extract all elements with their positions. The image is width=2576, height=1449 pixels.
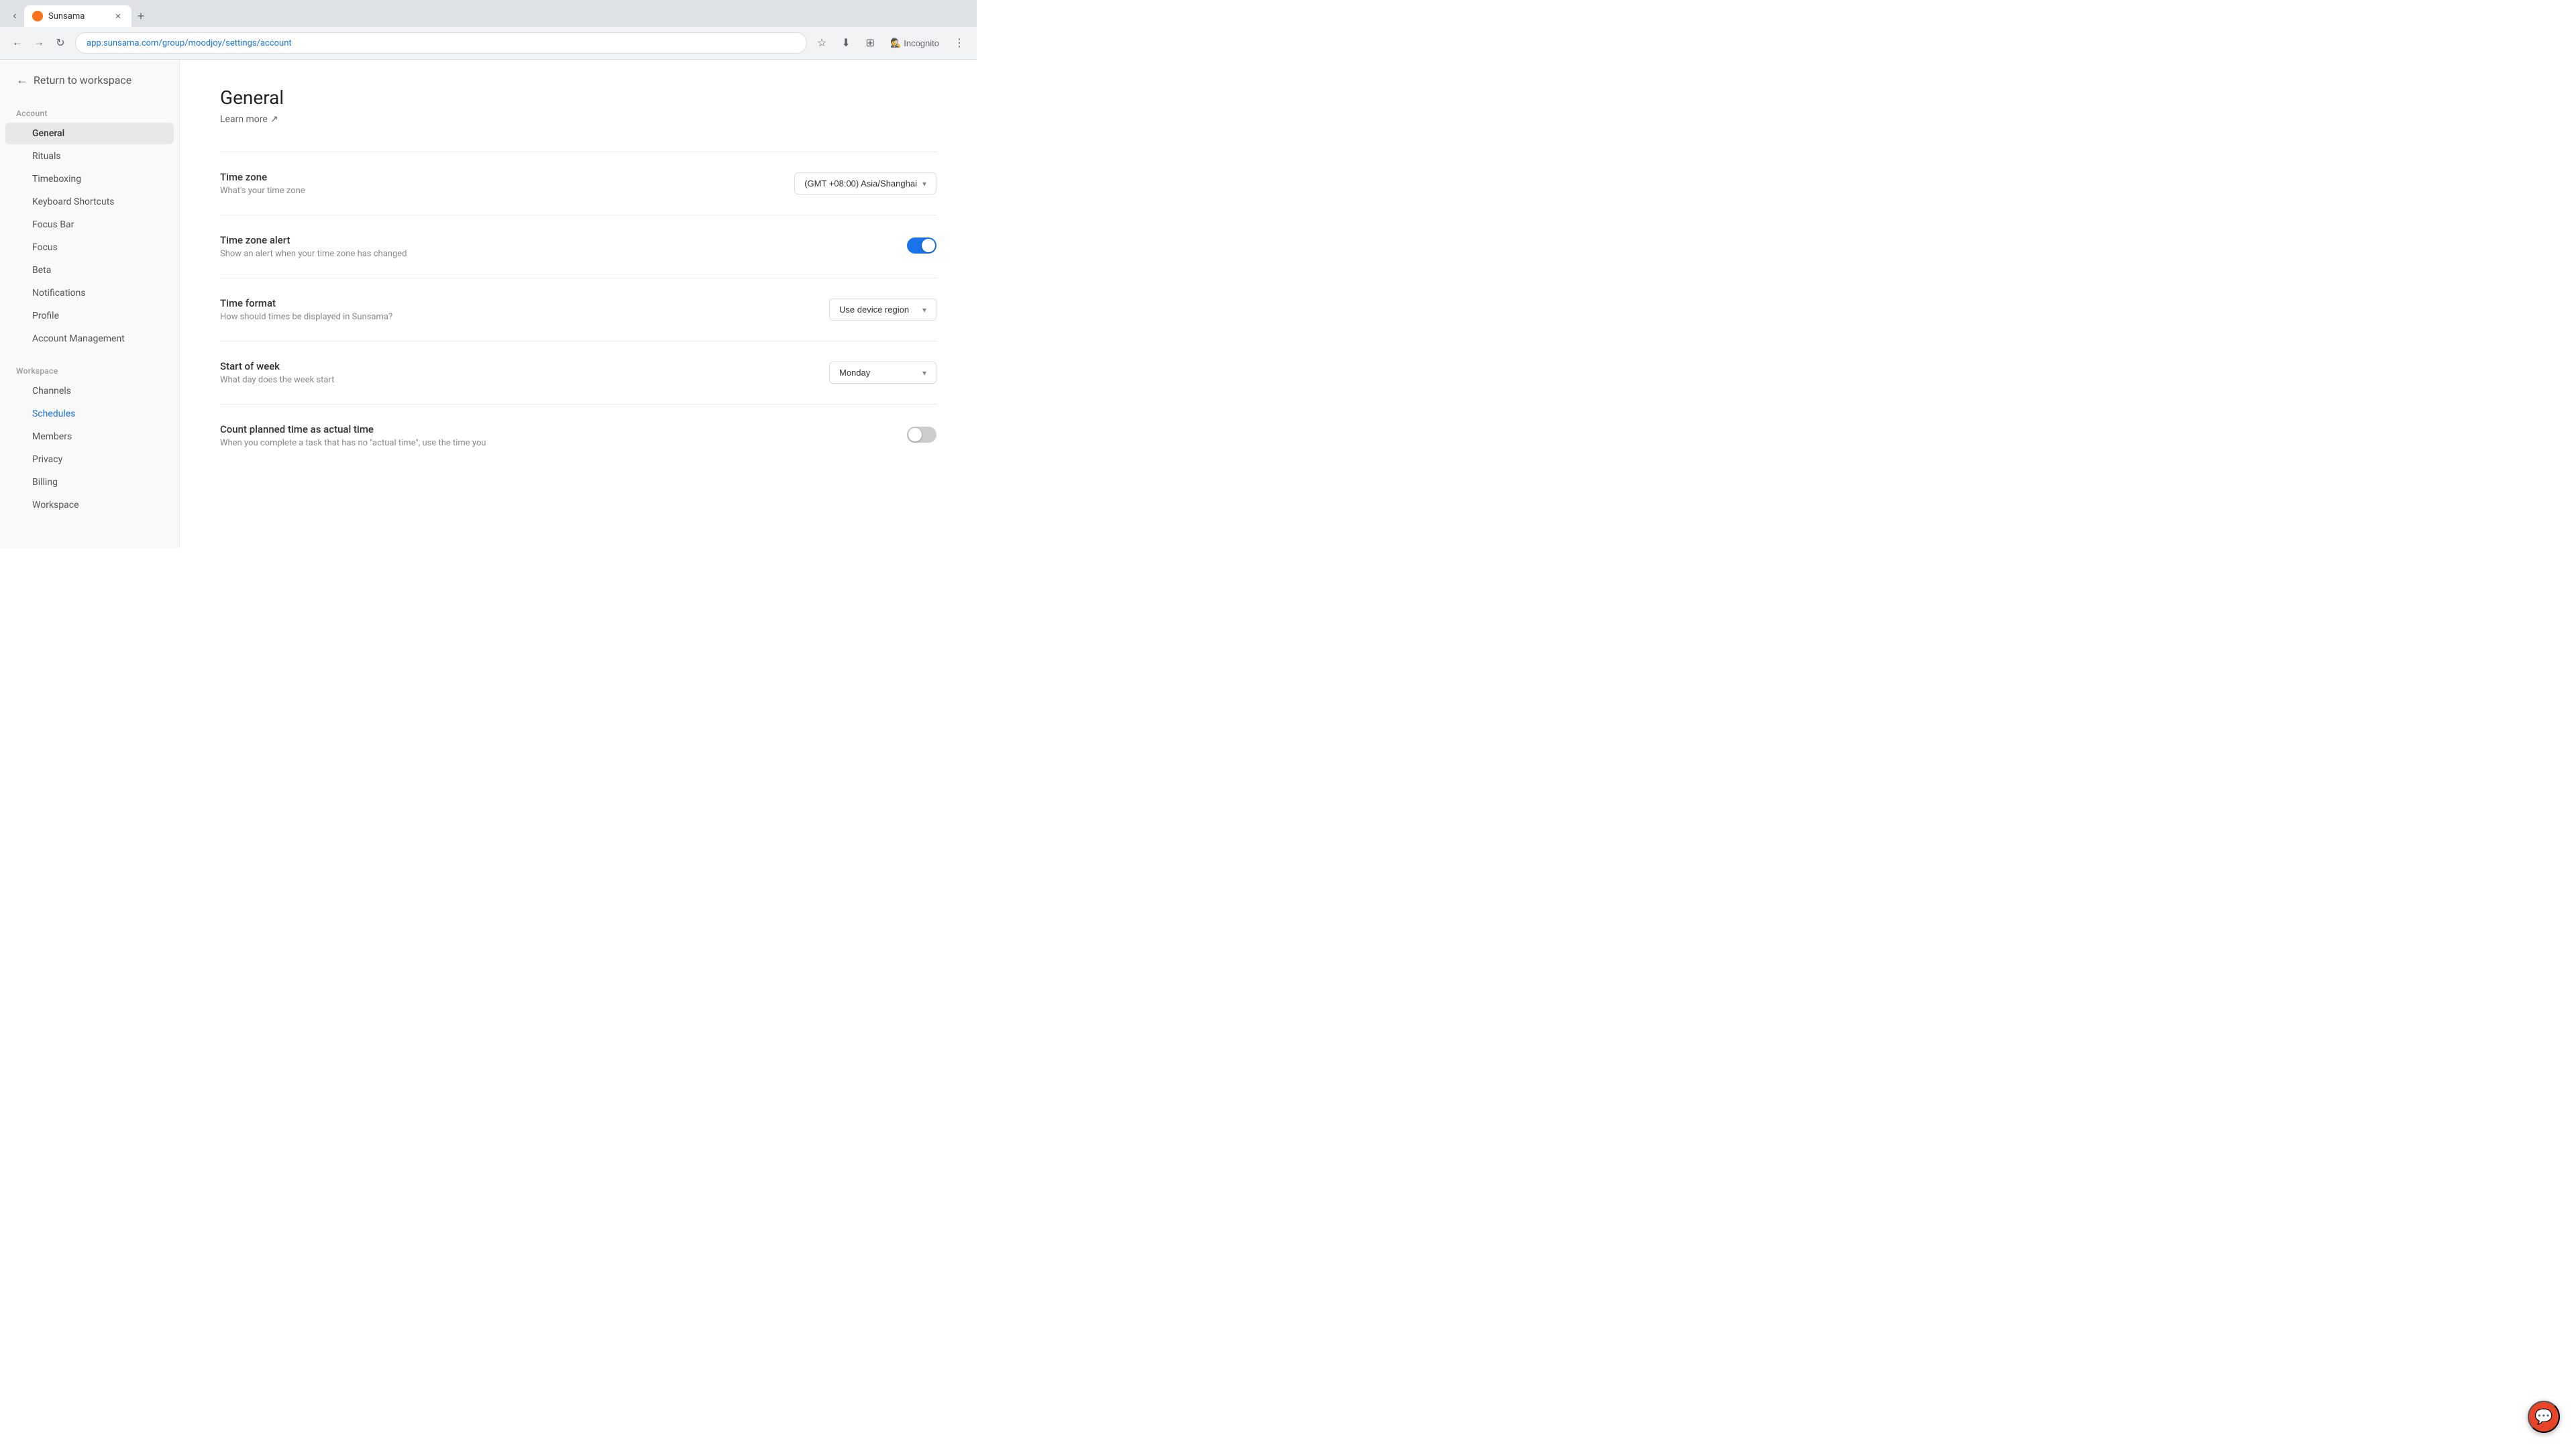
time-format-label: Time format	[220, 297, 802, 309]
count-planned-time-desc: When you complete a task that has no "ac…	[220, 438, 880, 448]
sidebar-item-privacy[interactable]: Privacy	[5, 449, 174, 470]
account-section-label: Account	[0, 103, 179, 122]
timezone-alert-label: Time zone alert	[220, 234, 880, 246]
timezone-dropdown-arrow: ▾	[922, 179, 926, 189]
tab-title-label: Sunsama	[48, 11, 107, 21]
timezone-label: Time zone	[220, 171, 767, 183]
sidebar-item-account-management[interactable]: Account Management	[5, 328, 174, 350]
external-link-icon: ↗	[270, 114, 278, 125]
time-format-control: Use device region ▾	[829, 299, 936, 321]
sidebar-item-focus[interactable]: Focus	[5, 237, 174, 258]
chat-support-button[interactable]: 💬	[2528, 1401, 2560, 1433]
browser-tab-active[interactable]: Sunsama ✕	[24, 5, 131, 27]
time-format-value: Use device region	[839, 305, 909, 315]
sidebar: ← Return to workspace Account General Ri…	[0, 60, 180, 548]
timezone-alert-desc: Show an alert when your time zone has ch…	[220, 249, 880, 259]
sidebar-item-rituals[interactable]: Rituals	[5, 146, 174, 167]
time-format-desc: How should times be displayed in Sunsama…	[220, 312, 802, 322]
timezone-alert-control	[907, 237, 936, 256]
count-planned-time-toggle[interactable]	[907, 427, 936, 443]
timezone-info: Time zone What's your time zone	[220, 171, 767, 196]
sidebar-item-keyboard-shortcuts[interactable]: Keyboard Shortcuts	[5, 191, 174, 213]
extensions-button[interactable]: ⊞	[861, 34, 879, 52]
timezone-control: (GMT +08:00) Asia/Shanghai ▾	[794, 172, 936, 195]
settings-row-count-planned-time: Count planned time as actual time When y…	[220, 405, 936, 467]
time-format-info: Time format How should times be displaye…	[220, 297, 802, 322]
timezone-alert-toggle-knob	[922, 239, 935, 252]
start-of-week-control: Monday ▾	[829, 362, 936, 384]
url-bar[interactable]: app.sunsama.com/group/moodjoy/settings/a…	[75, 32, 807, 54]
time-format-dropdown-arrow: ▾	[922, 305, 926, 315]
menu-button[interactable]: ⋮	[950, 34, 969, 52]
settings-row-timezone: Time zone What's your time zone (GMT +08…	[220, 152, 936, 215]
timezone-value: (GMT +08:00) Asia/Shanghai	[804, 178, 917, 189]
start-of-week-dropdown[interactable]: Monday ▾	[829, 362, 936, 384]
sidebar-item-channels[interactable]: Channels	[5, 380, 174, 402]
return-arrow-icon: ←	[16, 73, 28, 87]
sidebar-item-focus-bar[interactable]: Focus Bar	[5, 214, 174, 235]
incognito-button[interactable]: 🕵 Incognito	[885, 35, 945, 51]
start-of-week-info: Start of week What day does the week sta…	[220, 360, 802, 385]
timezone-alert-info: Time zone alert Show an alert when your …	[220, 234, 880, 259]
tab-nav-back[interactable]: ‹	[5, 7, 24, 25]
page-title: General	[220, 87, 936, 109]
sidebar-item-beta[interactable]: Beta	[5, 260, 174, 281]
timezone-desc: What's your time zone	[220, 186, 767, 196]
address-bar: ← → ↻ app.sunsama.com/group/moodjoy/sett…	[0, 27, 977, 59]
sidebar-item-notifications[interactable]: Notifications	[5, 282, 174, 304]
learn-more-link[interactable]: Learn more ↗	[220, 114, 936, 125]
count-planned-time-toggle-knob	[908, 428, 922, 441]
count-planned-time-label: Count planned time as actual time	[220, 423, 880, 435]
settings-row-time-format: Time format How should times be displaye…	[220, 278, 936, 341]
url-text: app.sunsama.com/group/moodjoy/settings/a…	[87, 38, 292, 48]
sidebar-item-schedules[interactable]: Schedules	[5, 403, 174, 425]
count-planned-time-control	[907, 427, 936, 445]
time-format-dropdown[interactable]: Use device region ▾	[829, 299, 936, 321]
settings-row-timezone-alert: Time zone alert Show an alert when your …	[220, 215, 936, 278]
incognito-label: Incognito	[904, 38, 939, 48]
download-button[interactable]: ⬇	[837, 34, 855, 52]
learn-more-label: Learn more	[220, 114, 268, 125]
sidebar-item-workspace[interactable]: Workspace	[5, 494, 174, 516]
incognito-icon: 🕵	[890, 38, 901, 48]
bookmark-button[interactable]: ☆	[812, 34, 831, 52]
settings-row-start-of-week: Start of week What day does the week sta…	[220, 341, 936, 404]
tab-favicon	[32, 11, 43, 21]
app-container: ← Return to workspace Account General Ri…	[0, 60, 977, 548]
start-of-week-value: Monday	[839, 368, 870, 378]
sidebar-item-general[interactable]: General	[5, 123, 174, 144]
main-content: General Learn more ↗ Time zone What's yo…	[180, 60, 977, 548]
start-of-week-dropdown-arrow: ▾	[922, 368, 926, 378]
start-of-week-label: Start of week	[220, 360, 802, 372]
chat-icon: 💬	[2534, 1408, 2553, 1426]
return-to-workspace-link[interactable]: ← Return to workspace	[0, 60, 179, 103]
browser-actions: ☆ ⬇ ⊞ 🕵 Incognito ⋮	[812, 34, 969, 52]
forward-button[interactable]: →	[30, 34, 48, 52]
sidebar-item-members[interactable]: Members	[5, 426, 174, 447]
new-tab-button[interactable]: +	[131, 7, 150, 25]
sidebar-item-billing[interactable]: Billing	[5, 472, 174, 493]
back-button[interactable]: ←	[8, 34, 27, 52]
sidebar-item-profile[interactable]: Profile	[5, 305, 174, 327]
tab-bar: ‹ Sunsama ✕ +	[0, 0, 977, 27]
tab-close-button[interactable]: ✕	[113, 11, 123, 21]
start-of-week-desc: What day does the week start	[220, 375, 802, 385]
count-planned-time-info: Count planned time as actual time When y…	[220, 423, 880, 448]
reload-button[interactable]: ↻	[51, 34, 70, 52]
browser-chrome: ‹ Sunsama ✕ + ← → ↻ app.sunsama.com/grou…	[0, 0, 977, 60]
nav-controls: ← → ↻	[8, 34, 70, 52]
timezone-alert-toggle[interactable]	[907, 237, 936, 254]
workspace-section-label: Workspace	[0, 361, 179, 380]
timezone-dropdown[interactable]: (GMT +08:00) Asia/Shanghai ▾	[794, 172, 936, 195]
sidebar-item-timeboxing[interactable]: Timeboxing	[5, 168, 174, 190]
return-to-workspace-label: Return to workspace	[34, 74, 131, 87]
